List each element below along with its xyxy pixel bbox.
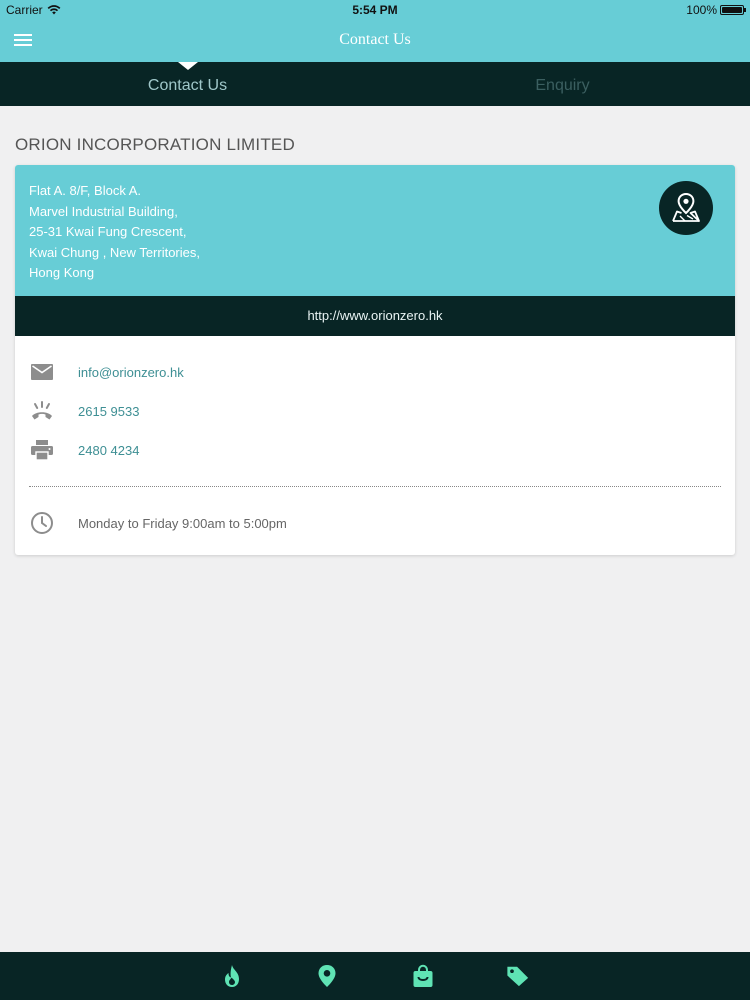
battery-indicator: 100% [686,3,746,17]
tag-icon[interactable] [506,964,530,988]
status-bar: Carrier 5:54 PM 100% [0,0,750,20]
bottom-tab-bar [0,952,750,1000]
battery-label: 100% [686,3,717,17]
location-pin-icon[interactable] [315,964,339,988]
map-pin-icon [672,192,700,222]
website-link[interactable]: http://www.orionzero.hk [15,296,735,336]
phone-row[interactable]: 2615 9533 [29,397,719,425]
map-button[interactable] [659,181,713,235]
address-line: Marvel Industrial Building, [29,203,178,219]
address-line: 25-31 Kwai Fung Crescent, [29,224,187,239]
address-block: Flat A. 8/F, Block A. Marvel Industrial … [15,165,735,296]
contact-card: Flat A. 8/F, Block A. Marvel Industrial … [15,165,735,555]
top-bar: Carrier 5:54 PM 100% Contact Us [0,0,750,62]
phone-icon [29,398,55,424]
phone-link[interactable]: 2615 9533 [78,404,139,419]
fax-row[interactable]: 2480 4234 [29,436,719,464]
tab-contact-us[interactable]: Contact Us [0,62,375,106]
fax-number[interactable]: 2480 4234 [78,443,139,458]
page-title: Contact Us [339,31,411,48]
battery-icon [720,5,746,15]
tab-enquiry-label: Enquiry [535,77,590,94]
clock-icon [29,510,55,536]
address-line: Kwai Chung , New Territories, [29,244,200,260]
address: Flat A. 8/F, Block A. Marvel Industrial … [29,181,200,284]
business-hours: Monday to Friday 9:00am to 5:00pm [78,515,287,531]
tab-enquiry[interactable]: Enquiry [375,62,750,106]
active-tab-caret-icon [177,62,198,70]
nav-bar: Contact Us [0,20,750,62]
company-name: ORION INCORPORATION LIMITED [15,135,295,154]
envelope-icon [29,359,55,385]
address-line: Flat A. 8/F, Block A. [29,183,141,198]
divider [29,486,721,487]
tab-contact-us-label: Contact Us [147,77,228,94]
status-time: 5:54 PM [352,3,398,17]
segmented-tabs: Contact Us Enquiry [0,62,750,106]
printer-icon [29,437,55,463]
email-link[interactable]: info@orionzero.hk [78,365,184,380]
flame-icon[interactable] [220,964,244,988]
email-row[interactable]: info@orionzero.hk [29,358,719,386]
address-line: Hong Kong [29,265,95,280]
shopping-bag-icon[interactable] [411,964,435,988]
business-hours-row: Monday to Friday 9:00am to 5:00pm [29,509,719,537]
